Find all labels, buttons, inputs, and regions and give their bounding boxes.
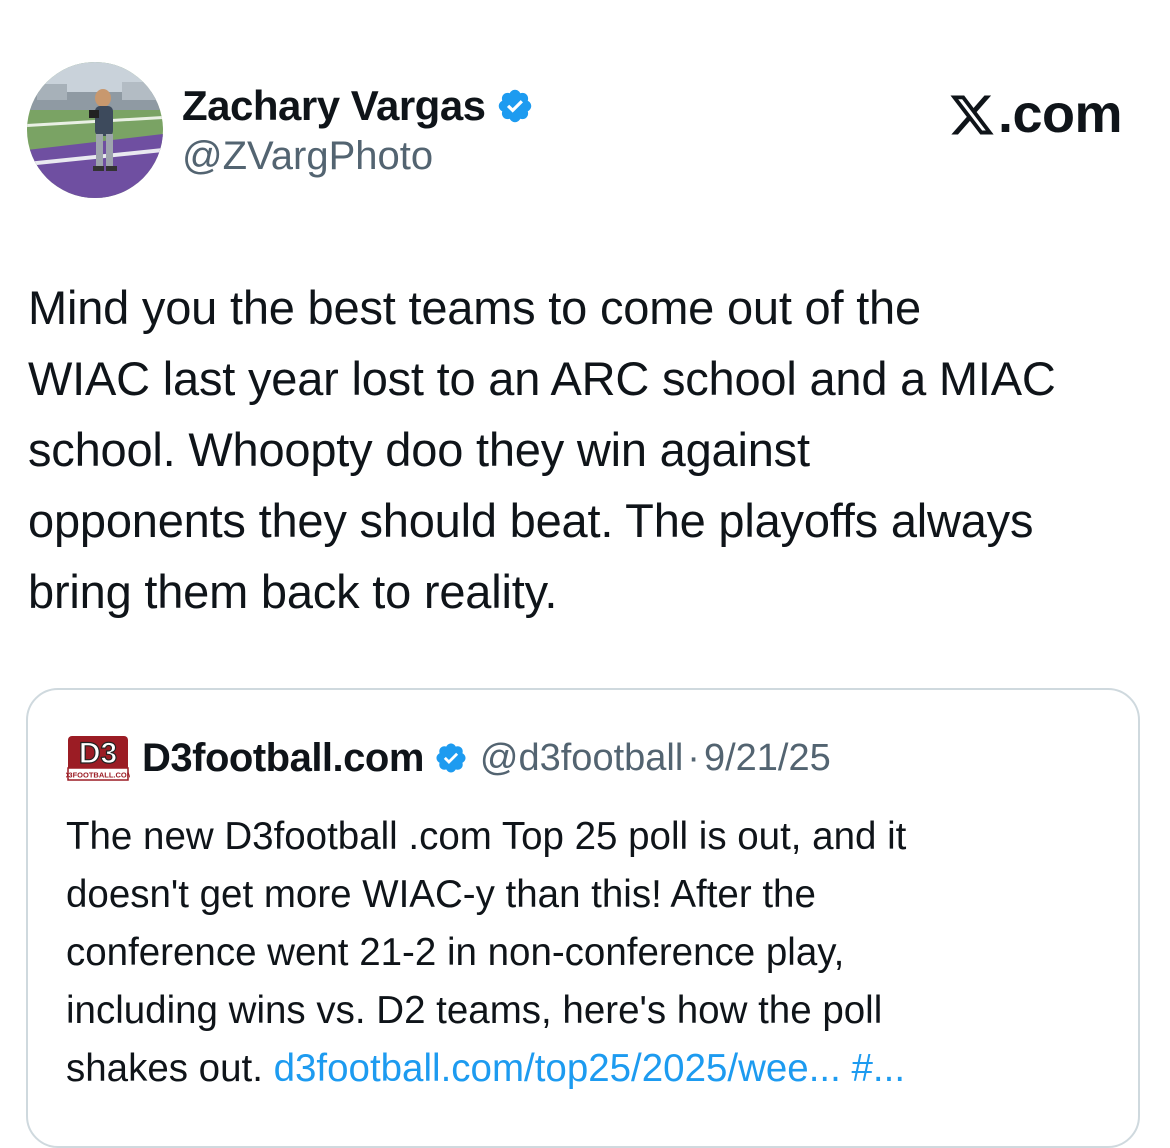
- tweet-line: opponents they should beat. The playoffs…: [28, 494, 1034, 547]
- quoted-tweet-date[interactable]: 9/21/25: [704, 737, 831, 780]
- author-name-row[interactable]: Zachary Vargas: [182, 80, 534, 132]
- quote-line: conference went 21-2 in non-conference p…: [66, 931, 845, 974]
- quote-line: The new D3football .com Top 25 poll is o…: [66, 815, 907, 858]
- tweet-line: Mind you the best teams to come out of t…: [28, 281, 921, 334]
- tweet-line: school. Whoopty doo they win against: [28, 423, 810, 476]
- author-avatar[interactable]: [27, 62, 163, 198]
- quoted-tweet-card[interactable]: D3 D3FOOTBALL.COM D3football.com @d3foot…: [26, 688, 1140, 1148]
- quoted-tweet-link[interactable]: d3football.com/top25/2025/wee...: [274, 1047, 841, 1090]
- x-logo-icon: [948, 90, 996, 138]
- quoted-author-handle[interactable]: @d3football: [480, 737, 683, 780]
- quoted-tweet-text: The new D3football .com Top 25 poll is o…: [66, 808, 1126, 1098]
- tweet-line: WIAC last year lost to an ARC school and…: [28, 352, 1056, 405]
- quote-line: including wins vs. D2 teams, here's how …: [66, 989, 883, 1032]
- author-handle[interactable]: @ZVargPhoto: [182, 134, 433, 179]
- logo-subtext: D3FOOTBALL.COM: [66, 771, 130, 780]
- author-name[interactable]: Zachary Vargas: [182, 82, 486, 130]
- logo-text: D3: [79, 737, 117, 770]
- tweet-line: bring them back to reality.: [28, 565, 558, 618]
- quote-line: shakes out.: [66, 1047, 263, 1090]
- quoted-author-name[interactable]: D3football.com: [142, 736, 424, 781]
- avatar-photo: [27, 62, 163, 198]
- verified-badge-icon: [496, 87, 534, 125]
- brand-mark: .com: [948, 84, 1123, 144]
- verified-badge-icon: [434, 741, 468, 775]
- meta-separator: ·: [687, 736, 700, 779]
- quoted-tweet-hashtag[interactable]: #...: [852, 1047, 906, 1090]
- brand-label: .com: [997, 84, 1123, 144]
- quoted-tweet-header: D3 D3FOOTBALL.COM D3football.com @d3foot…: [63, 730, 831, 786]
- tweet-text: Mind you the best teams to come out of t…: [28, 272, 1153, 627]
- quote-line: doesn't get more WIAC-y than this! After…: [66, 873, 816, 916]
- d3football-logo[interactable]: D3 D3FOOTBALL.COM: [63, 730, 133, 786]
